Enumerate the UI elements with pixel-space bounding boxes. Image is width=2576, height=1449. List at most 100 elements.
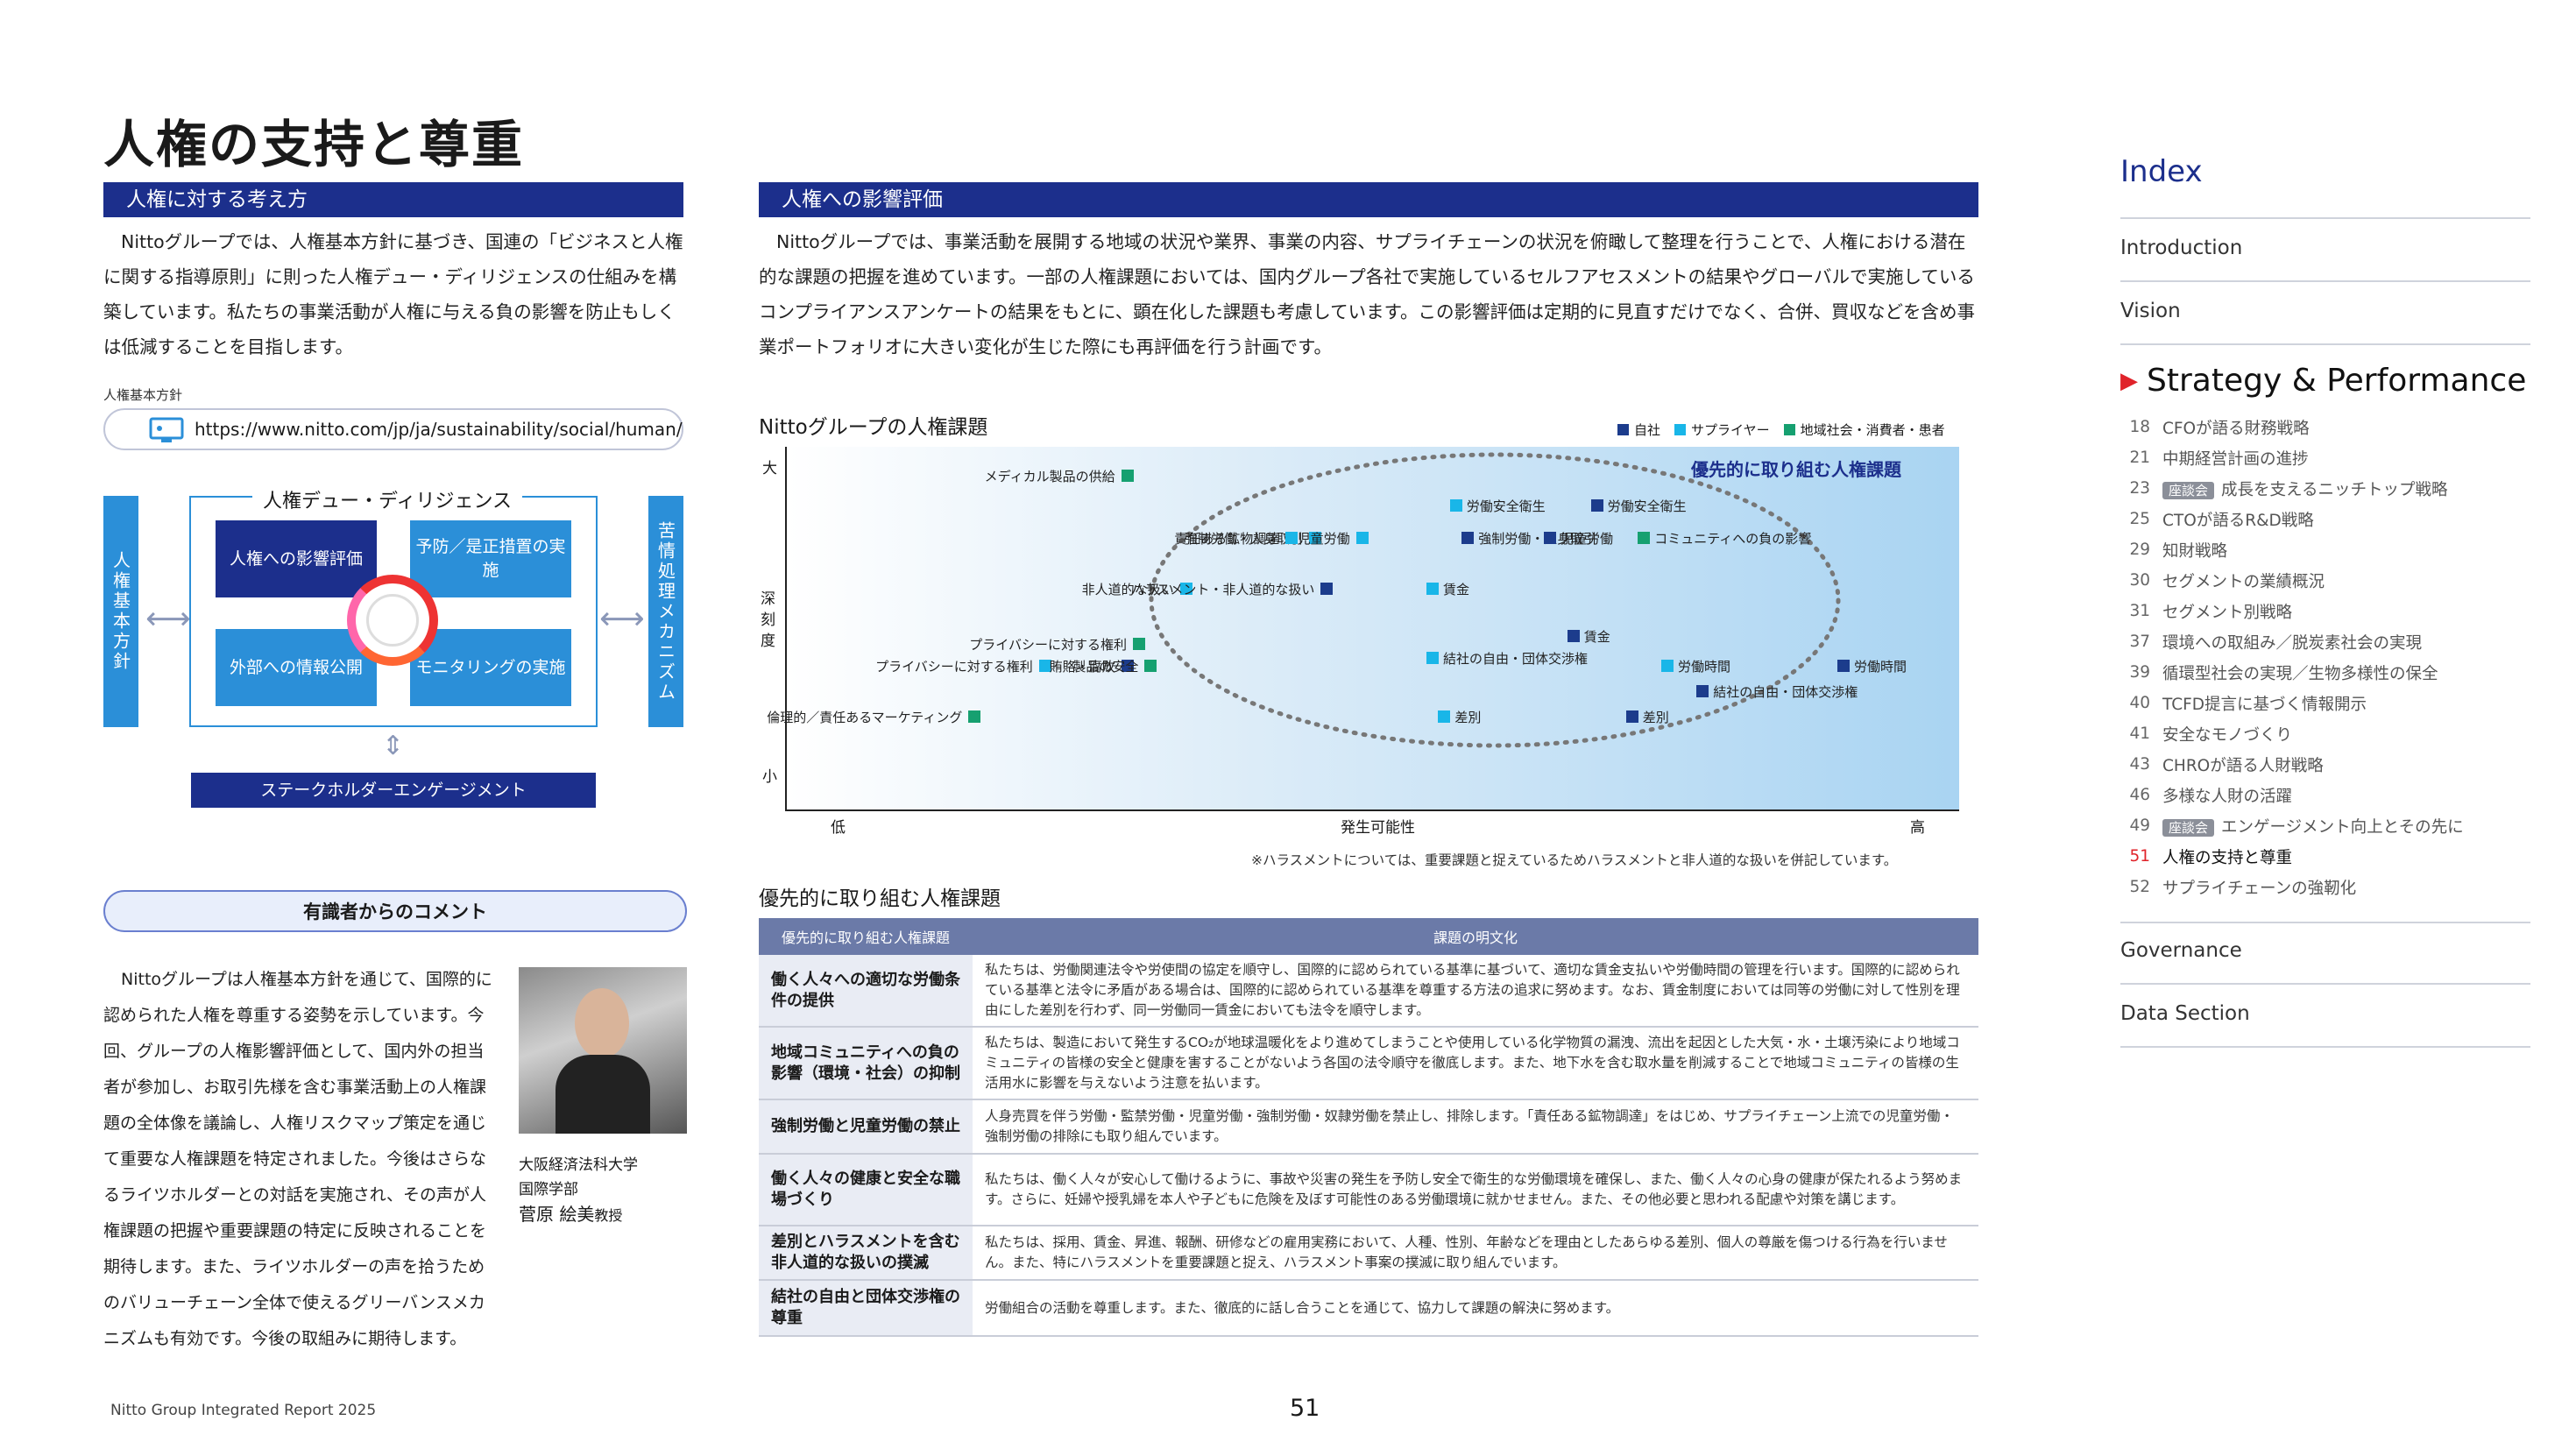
index-divider xyxy=(2120,343,2530,345)
nav-sub-page: 39 xyxy=(2129,663,2150,682)
nav-sub-item[interactable]: 21 中期経営計画の進捗 xyxy=(2120,442,2530,473)
scatter-point xyxy=(1320,583,1334,596)
point-label: 労働時間 xyxy=(1678,658,1731,675)
table-row: 差別とハラスメントを含む非人道的な扱いの撲滅 私たちは、採用、賃金、昇進、報酬、研… xyxy=(759,1226,1978,1281)
section-header-impact-assessment: 人権への影響評価 xyxy=(759,182,1978,217)
policy-url-link[interactable]: https://www.nitto.com/jp/ja/sustainabili… xyxy=(103,408,683,450)
chart-plot-area: 優先的に取り組む人権課題 メディカル製品の供給 労働安全衛生 労働安全衛生 強制労働・… xyxy=(767,447,1959,811)
nav-sub-item[interactable]: 18 CFOが語る財務戦略 xyxy=(2120,412,2530,442)
legend-item: 地域社会・消費者・患者 xyxy=(1783,421,1945,439)
policy-url-text: https://www.nitto.com/jp/ja/sustainabili… xyxy=(195,419,683,440)
expert-university: 大阪経済法科大学 xyxy=(519,1156,638,1174)
nav-sub-item[interactable]: 49 座談会 エンゲージメント向上とその先に xyxy=(2120,810,2530,841)
nav-introduction[interactable]: Introduction xyxy=(2120,237,2242,259)
nav-sub-item[interactable]: 40 TCFD提言に基づく情報開示 xyxy=(2120,688,2530,718)
scatter-point xyxy=(1590,498,1603,512)
nav-sub-label: 環境への取組み／脱炭素社会の実現 xyxy=(2162,631,2422,654)
nav-sub-page: 18 xyxy=(2129,418,2150,436)
impact-assessment-text: Nittoグループでは、事業活動を展開する地域の状況や業界、事業の内容、サプライ… xyxy=(759,231,1976,357)
table-row: 結社の自由と団体交渉権の尊重 労働組合の活動を尊重します。また、徹底的に話し合うこ… xyxy=(759,1280,1978,1337)
nav-sub-text: 安全なモノづくり xyxy=(2162,725,2293,745)
legend-label: 自社 xyxy=(1634,422,1661,438)
nav-sub-page: 40 xyxy=(2129,694,2150,712)
nav-sub-text: 人権の支持と尊重 xyxy=(2162,848,2293,867)
chart-note: ※ハラスメントについては、重要課題と捉えているためハラスメントと非人道的な扱いを… xyxy=(1251,852,1898,868)
nav-strategy-performance[interactable]: ▶ Strategy & Performance xyxy=(2120,363,2526,399)
table-row: 強制労働と児童労働の禁止 人身売買を伴う労働・監禁労働・児童労働・強制労働・奴隷労… xyxy=(759,1099,1978,1155)
expert-name: 菅原 絵美 xyxy=(519,1204,595,1225)
nav-sub-page-current: 51 xyxy=(2129,847,2150,866)
nav-sub-page: 52 xyxy=(2129,878,2150,896)
point-label: 児童労働 xyxy=(1560,531,1614,547)
point-label: 差別 xyxy=(1642,709,1669,725)
nav-sub-label: 座談会 成長を支えるニッチトップ戦略 xyxy=(2162,477,2447,500)
point-label: 労働時間 xyxy=(1854,658,1907,675)
legend-item: サプライヤー xyxy=(1674,421,1770,439)
nav-vision[interactable]: Vision xyxy=(2120,300,2181,322)
expert-comment-title: 有識者からのコメント xyxy=(103,890,687,932)
nav-sub-page: 43 xyxy=(2129,755,2150,774)
nav-sub-page: 31 xyxy=(2129,602,2150,620)
table-row: 働く人々への適切な労働条件の提供 私たちは、労働関連法令や労使間の協定を順守し、国… xyxy=(759,955,1978,1028)
nav-sub-item[interactable]: 51 人権の支持と尊重 xyxy=(2120,841,2530,872)
nav-sub-label: 人権の支持と尊重 xyxy=(2162,845,2292,868)
tag-badge: 座談会 xyxy=(2162,818,2215,837)
nav-sub-item[interactable]: 29 知財戦略 xyxy=(2120,534,2530,565)
nav-sub-page: 21 xyxy=(2129,449,2150,467)
expert-comment-text: Nittoグループは人権基本方針を通じて、国際的に認められた人権を尊重する姿勢を… xyxy=(103,970,492,1348)
chart-legend: 自社 サプライヤー 地域社会・消費者・患者 xyxy=(1617,421,1945,439)
nav-governance[interactable]: Governance xyxy=(2120,939,2242,962)
point-label: 賃金 xyxy=(1583,629,1610,646)
priority-table: 優先的に取り組む人権課題 課題の明文化 働く人々への適切な労働条件の提供 私たちは… xyxy=(759,918,1978,1337)
row-statement: 人身売買を伴う労働・監禁労働・児童労働・強制労働・奴隷労働を禁止し、排除します。… xyxy=(973,1099,1978,1155)
point-label: プライバシーに対する権利 xyxy=(969,636,1127,653)
row-issue: 結社の自由と団体交渉権の尊重 xyxy=(759,1280,973,1337)
nav-sub-label: CHROが語る人財戦略 xyxy=(2162,753,2324,776)
scatter-point xyxy=(1661,659,1674,672)
box-impact-assessment: 人権への影響評価 xyxy=(216,520,377,597)
index-divider xyxy=(2120,983,2530,985)
y-axis-low: 小 xyxy=(762,768,777,786)
dd-title: 人権デュー・ディリジェンス xyxy=(252,485,523,513)
box-stakeholder-engagement: ステークホルダーエンゲージメント xyxy=(191,773,596,808)
index-divider xyxy=(2120,280,2530,282)
nav-sub-label: 知財戦略 xyxy=(2162,539,2227,562)
nav-sub-item[interactable]: 46 多様な人財の活躍 xyxy=(2120,780,2530,810)
nav-sub-list: 18 CFOが語る財務戦略 21 中期経営計画の進捗 23 座談会 成長を支えるニッチトップ… xyxy=(2120,412,2530,902)
nav-sub-text: 循環型社会の実現／生物多様性の保全 xyxy=(2162,664,2438,683)
nav-sub-item[interactable]: 23 座談会 成長を支えるニッチトップ戦略 xyxy=(2120,473,2530,504)
row-issue: 働く人々への適切な労働条件の提供 xyxy=(759,955,973,1028)
scatter-point xyxy=(1449,498,1462,512)
index-divider xyxy=(2120,1046,2530,1048)
nav-sub-page: 30 xyxy=(2129,571,2150,590)
nav-sub-text: CTOが語るR&D戦略 xyxy=(2162,511,2314,530)
nav-sub-item[interactable]: 31 セグメント別戦略 xyxy=(2120,596,2530,626)
index-divider xyxy=(2120,922,2530,923)
nav-sub-page: 37 xyxy=(2129,633,2150,651)
nav-sub-item[interactable]: 52 サプライチェーンの強靭化 xyxy=(2120,872,2530,902)
chart-heading: Nittoグループの人権課題 xyxy=(759,416,988,439)
index-title: Index xyxy=(2120,154,2203,189)
nav-sub-item[interactable]: 41 安全なモノづくり xyxy=(2120,718,2530,749)
point-label: 倫理的／責任あるマーケティング xyxy=(767,709,963,725)
y-axis-label: 深刻度 xyxy=(761,590,775,650)
expert-affiliation: 大阪経済法科大学 国際学部 菅原 絵美教授 xyxy=(519,1153,638,1228)
nav-sub-page: 29 xyxy=(2129,541,2150,559)
nav-sub-item[interactable]: 37 環境への取組み／脱炭素社会の実現 xyxy=(2120,626,2530,657)
nav-sub-item[interactable]: 30 セグメントの業績概況 xyxy=(2120,565,2530,596)
legend-label: サプライヤー xyxy=(1691,422,1770,438)
nav-sub-text: TCFD提言に基づく情報開示 xyxy=(2162,695,2367,714)
row-statement: 私たちは、労働関連法令や労使間の協定を順守し、国際的に認められている基準に基づい… xyxy=(973,955,1978,1028)
table-row: 地域コミュニティへの負の影響（環境・社会）の抑制 私たちは、製造において発生するC… xyxy=(759,1027,1978,1100)
nav-sub-item[interactable]: 39 循環型社会の実現／生物多様性の保全 xyxy=(2120,657,2530,688)
nav-sub-item[interactable]: 43 CHROが語る人財戦略 xyxy=(2120,749,2530,780)
point-label: 結社の自由・団体交渉権 xyxy=(1713,683,1858,700)
nav-data-section[interactable]: Data Section xyxy=(2120,1002,2250,1025)
nav-sub-label: CTOが語るR&D戦略 xyxy=(2162,508,2314,531)
cycle-icon xyxy=(347,575,438,666)
scatter-point xyxy=(968,710,981,723)
nav-sub-page: 41 xyxy=(2129,724,2150,743)
row-statement: 私たちは、製造において発生するCO₂が地球温暖化をより進めてしまうことや使用して… xyxy=(973,1027,1978,1100)
nav-sub-item[interactable]: 25 CTOが語るR&D戦略 xyxy=(2120,504,2530,534)
point-label: 差別 xyxy=(1454,709,1482,725)
